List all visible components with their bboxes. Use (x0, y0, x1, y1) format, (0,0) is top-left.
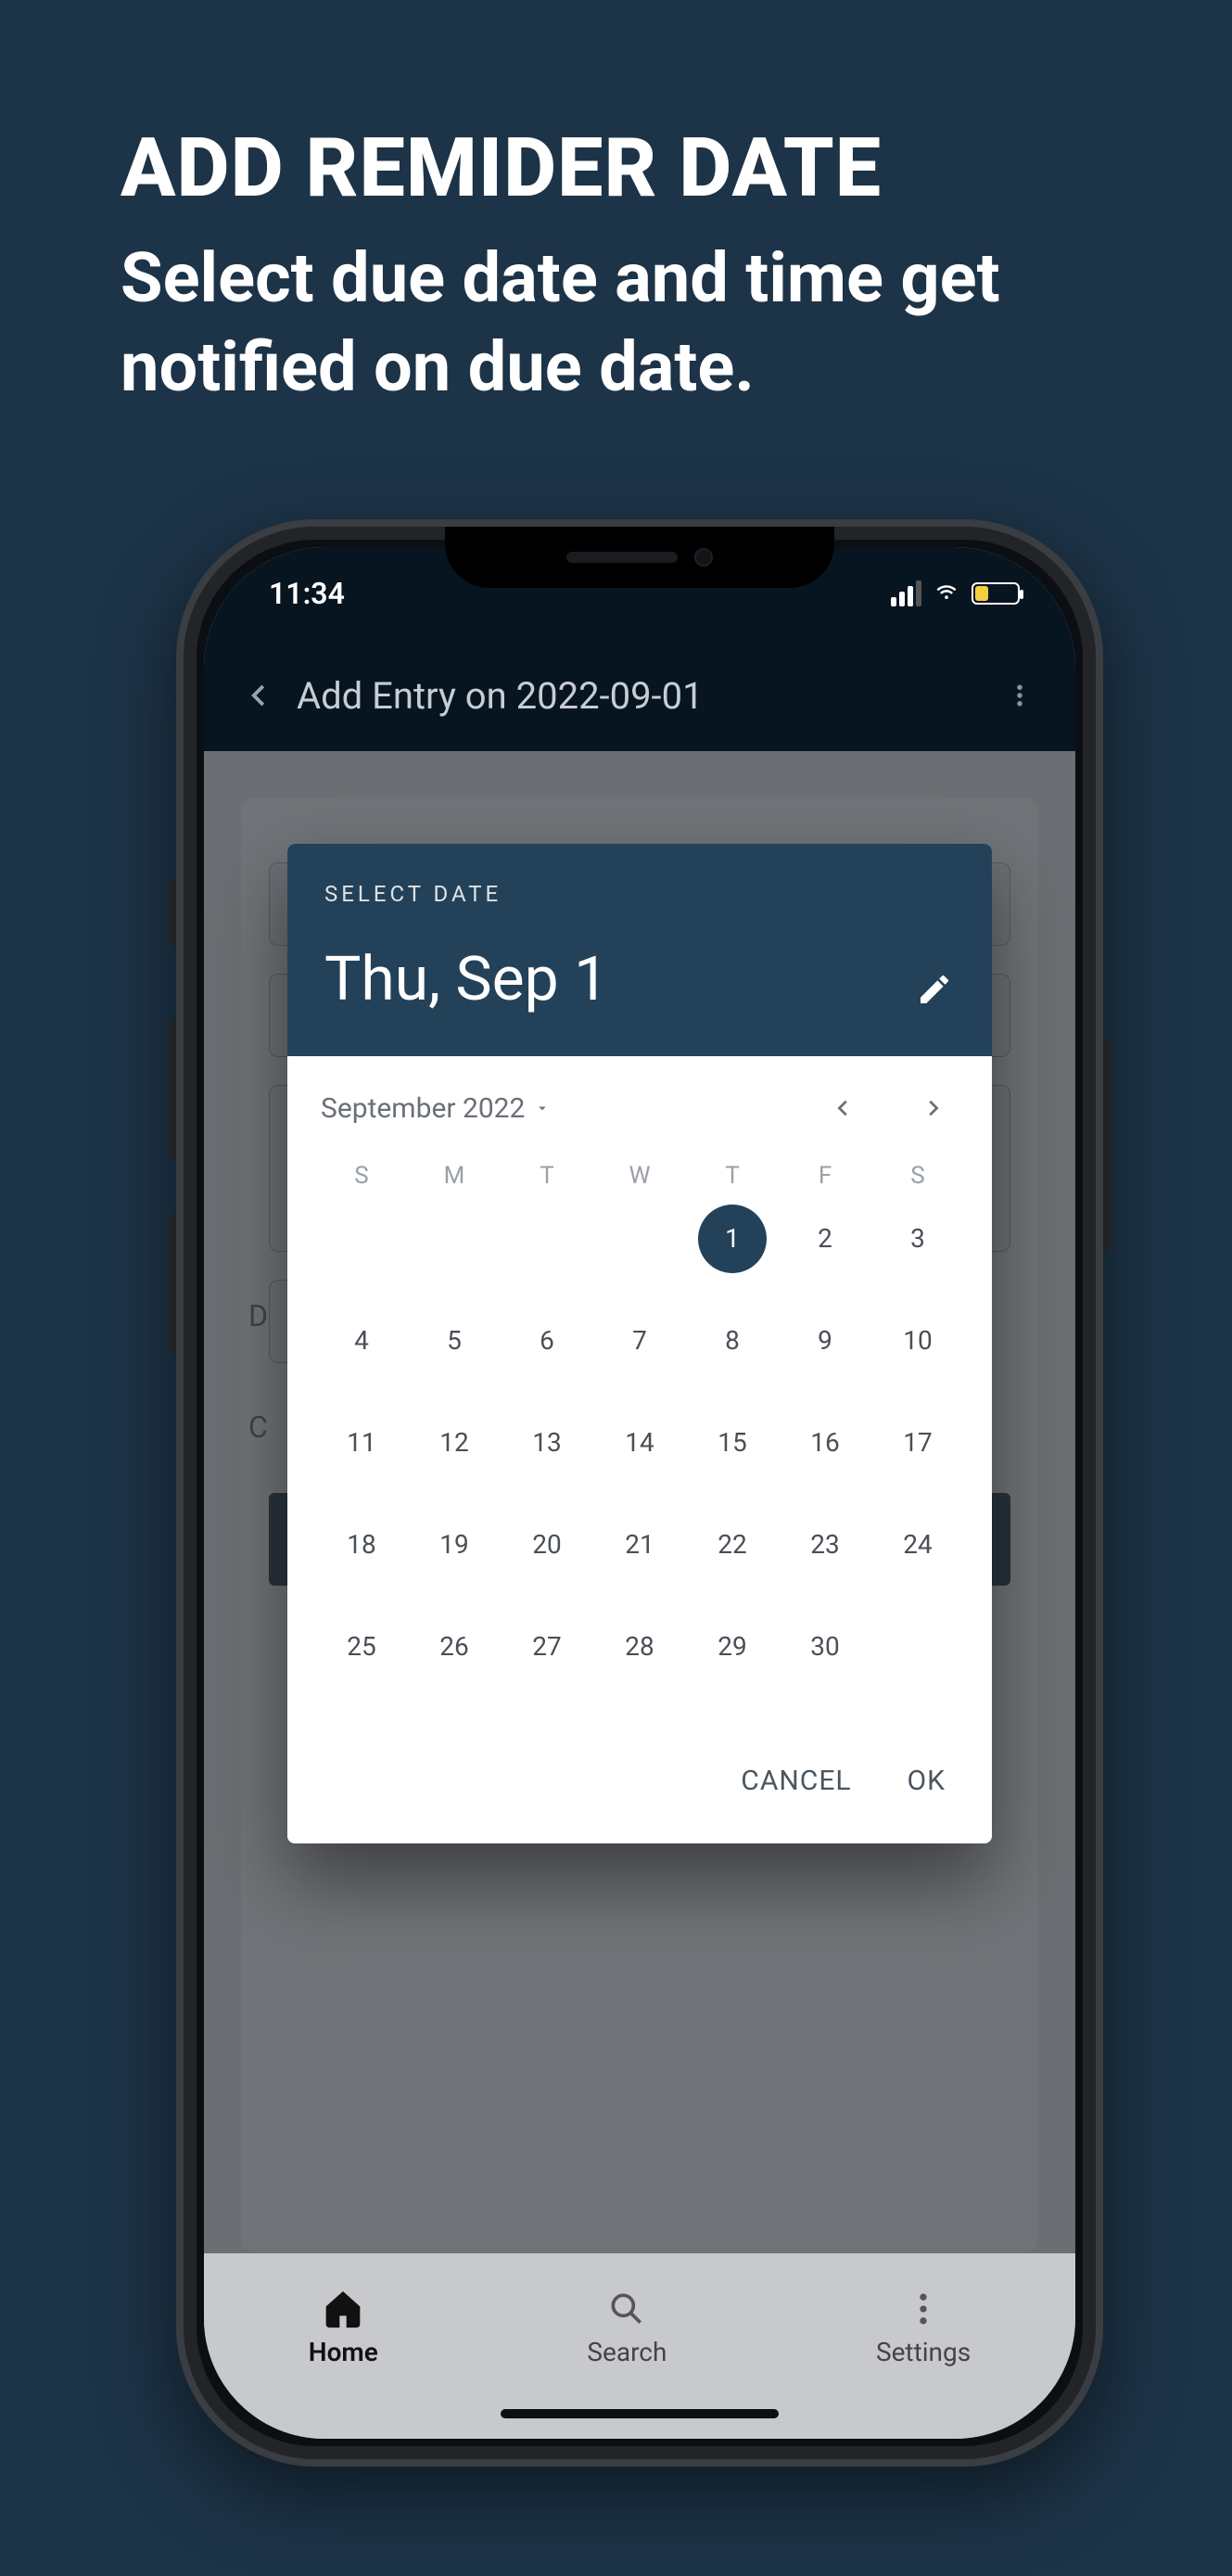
calendar-day[interactable]: 21 (605, 1511, 674, 1579)
page-title: Add Entry on 2022-09-01 (297, 674, 704, 718)
calendar-day[interactable]: 6 (513, 1307, 581, 1375)
month-label: September 2022 (321, 1092, 525, 1125)
calendar-day[interactable]: 5 (420, 1307, 489, 1375)
phone-screen: 11:34 Add Entry on 2022-09-01 Name A (204, 547, 1075, 2439)
calendar-day[interactable]: 29 (698, 1613, 767, 1681)
edit-date-button[interactable] (916, 971, 960, 1015)
calendar-day[interactable]: 19 (420, 1511, 489, 1579)
calendar-day[interactable]: 4 (327, 1307, 396, 1375)
app-header: Add Entry on 2022-09-01 (204, 640, 1075, 751)
cancel-button[interactable]: CANCEL (741, 1765, 851, 1797)
nav-settings-label: Settings (876, 2337, 971, 2367)
calendar-day[interactable]: 16 (791, 1409, 859, 1477)
weekday-label: M (408, 1143, 501, 1205)
calendar-day[interactable]: 14 (605, 1409, 674, 1477)
calendar-day[interactable]: 9 (791, 1307, 859, 1375)
calendar-day[interactable]: 18 (327, 1511, 396, 1579)
weekday-label: S (315, 1143, 408, 1205)
phone-frame: 11:34 Add Entry on 2022-09-01 Name A (176, 519, 1103, 2467)
date-picker-header: SELECT DATE Thu, Sep 1 (287, 844, 992, 1056)
nav-search[interactable]: Search (587, 2289, 667, 2367)
kebab-icon (903, 2289, 944, 2329)
calendar-day[interactable]: 15 (698, 1409, 767, 1477)
calendar-day[interactable]: 7 (605, 1307, 674, 1375)
nav-settings[interactable]: Settings (876, 2289, 971, 2367)
calendar-day[interactable]: 12 (420, 1409, 489, 1477)
calendar-day[interactable]: 22 (698, 1511, 767, 1579)
prev-month-button[interactable] (818, 1082, 870, 1134)
weekday-label: T (686, 1143, 779, 1205)
nav-home[interactable]: Home (309, 2289, 378, 2367)
battery-icon (972, 582, 1020, 605)
calendar-day[interactable]: 11 (327, 1409, 396, 1477)
dialog-actions: CANCEL OK (287, 1709, 992, 1843)
month-nav: September 2022 (287, 1056, 992, 1143)
home-icon (323, 2289, 363, 2329)
chevron-down-icon (534, 1100, 551, 1116)
month-select-button[interactable]: September 2022 (321, 1092, 551, 1125)
back-button[interactable] (232, 668, 287, 723)
date-picker-selected-date: Thu, Sep 1 (324, 944, 955, 1015)
nav-home-label: Home (309, 2337, 378, 2367)
weekday-label: F (779, 1143, 871, 1205)
marketing-title: ADD REMIDER DATE (121, 121, 1158, 216)
calendar-day[interactable]: 2 (791, 1205, 859, 1273)
next-month-button[interactable] (907, 1082, 959, 1134)
calendar-day[interactable]: 30 (791, 1613, 859, 1681)
weekday-row: SMTWTFS (287, 1143, 992, 1205)
calendar-day[interactable]: 13 (513, 1409, 581, 1477)
front-camera (694, 548, 713, 567)
ok-button[interactable]: OK (908, 1765, 946, 1797)
calendar-day[interactable]: 27 (513, 1613, 581, 1681)
bottom-nav: Home Search Settings (204, 2253, 1075, 2439)
weekday-label: S (871, 1143, 964, 1205)
speaker-slot (566, 552, 678, 563)
calendar-day[interactable]: 10 (883, 1307, 952, 1375)
calendar-day[interactable]: 25 (327, 1613, 396, 1681)
weekday-label: W (593, 1143, 686, 1205)
calendar-day[interactable]: 26 (420, 1613, 489, 1681)
status-time: 11:34 (269, 576, 345, 611)
calendar-grid: 1234567891011121314151617181920212223242… (287, 1205, 992, 1709)
home-indicator (501, 2409, 779, 2418)
nav-search-label: Search (587, 2337, 667, 2367)
wifi-icon (933, 576, 960, 611)
more-options-button[interactable] (992, 668, 1048, 723)
content-area: Name A D 2 C SELECT DATE Thu, Sep 1 (204, 751, 1075, 2439)
search-icon (606, 2289, 647, 2329)
date-picker-supertitle: SELECT DATE (324, 881, 955, 907)
calendar-day[interactable]: 3 (883, 1205, 952, 1273)
calendar-day[interactable]: 1 (698, 1205, 767, 1273)
calendar-day[interactable]: 17 (883, 1409, 952, 1477)
calendar-day[interactable]: 24 (883, 1511, 952, 1579)
weekday-label: T (501, 1143, 593, 1205)
marketing-subtitle: Select due date and time get notified on… (121, 235, 1158, 413)
calendar-day[interactable]: 28 (605, 1613, 674, 1681)
marketing-headline: ADD REMIDER DATE Select due date and tim… (121, 121, 1158, 413)
cellular-icon (891, 580, 921, 606)
date-picker-dialog: SELECT DATE Thu, Sep 1 September 2022 (287, 844, 992, 1843)
phone-notch (445, 527, 834, 588)
calendar-day[interactable]: 20 (513, 1511, 581, 1579)
calendar-day[interactable]: 8 (698, 1307, 767, 1375)
calendar-day[interactable]: 23 (791, 1511, 859, 1579)
